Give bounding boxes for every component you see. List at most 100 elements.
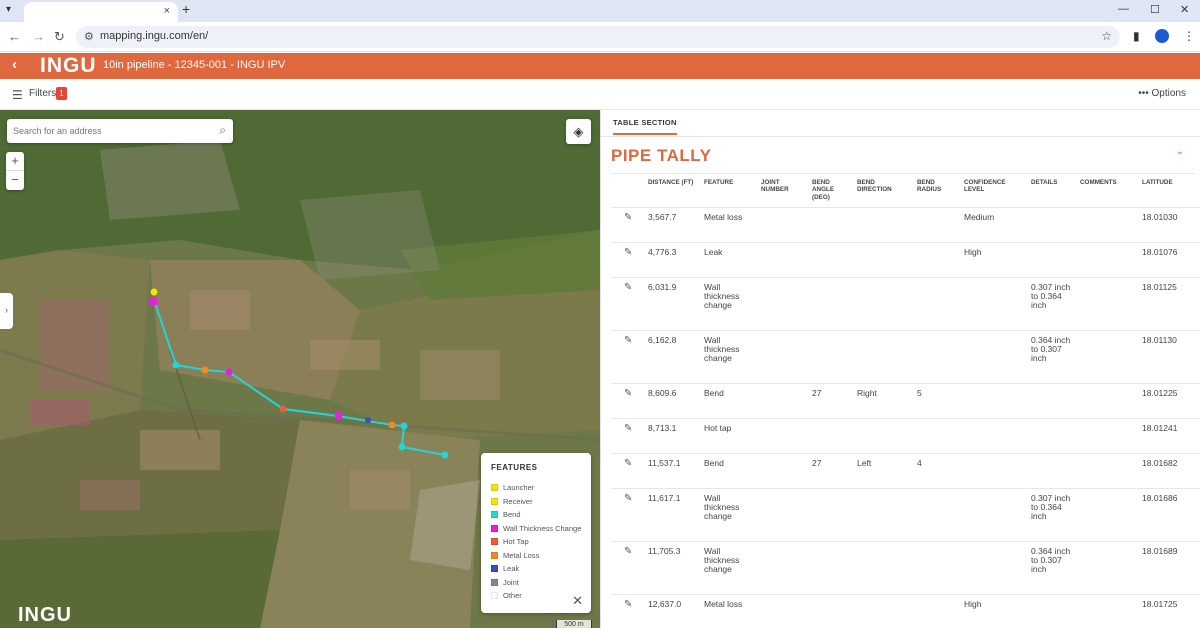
table-row[interactable]: ✎ 4,776.3 Leak High 18.01076 <box>611 241 1200 277</box>
legend-swatch <box>491 565 498 572</box>
comments-cell <box>1076 241 1138 277</box>
legend-label: Leak <box>503 564 520 573</box>
legend-label: Hot Tap <box>503 537 529 546</box>
zoom-out-button[interactable]: − <box>6 171 24 190</box>
edit-pencil-icon[interactable]: ✎ <box>611 452 644 488</box>
legend-label: Other <box>503 591 522 600</box>
latitude-cell: 18.01682 <box>1138 452 1200 488</box>
comments-cell <box>1076 593 1138 628</box>
minimize-icon[interactable]: — <box>1118 3 1129 15</box>
latitude-cell: 18.01241 <box>1138 417 1200 453</box>
reload-icon[interactable]: ↻ <box>54 29 65 45</box>
zoom-in-button[interactable]: + <box>6 152 24 171</box>
ingu-logo[interactable]: INGU <box>40 54 97 78</box>
expand-panel-button[interactable]: › <box>0 293 13 329</box>
column-header-feature[interactable]: FEATURE <box>700 174 757 207</box>
latitude-cell: 18.01076 <box>1138 241 1200 277</box>
address-search-input[interactable] <box>13 123 203 139</box>
legend-label: Bend <box>503 510 521 519</box>
edit-pencil-icon[interactable]: ✎ <box>611 206 644 242</box>
column-header-bend-direction[interactable]: BEND DIRECTION <box>853 174 913 207</box>
back-icon[interactable]: ← <box>8 29 21 44</box>
edit-pencil-icon[interactable]: ✎ <box>611 593 644 628</box>
maximize-icon[interactable]: ☐ <box>1150 3 1160 16</box>
app-header: ‹ INGU 10in pipeline - 12345-001 - INGU … <box>0 53 1200 79</box>
details-cell: 0.307 inch to 0.364 inch <box>1027 276 1076 330</box>
url-text[interactable]: mapping.ingu.com/en/ <box>100 30 208 42</box>
search-icon[interactable]: ⌕ <box>219 123 226 138</box>
edit-pencil-icon[interactable]: ✎ <box>611 417 644 453</box>
table-row[interactable]: ✎ 11,537.1 Bend 27 Left 4 18.01682 <box>611 452 1200 488</box>
browser-menu-icon[interactable]: ⋮ <box>1183 29 1195 43</box>
profile-avatar-icon[interactable] <box>1155 29 1169 43</box>
edit-pencil-icon[interactable]: ✎ <box>611 329 644 383</box>
filter-count-badge: 1 <box>56 87 67 100</box>
address-search[interactable]: ⌕ <box>7 119 233 143</box>
new-tab-button[interactable]: + <box>182 1 190 17</box>
browser-tab[interactable]: × <box>24 2 178 22</box>
bend-angle-cell: 27 <box>808 382 853 418</box>
table-row[interactable]: ✎ 11,617.1 Wall thickness change 0.307 inch… <box>611 487 1200 541</box>
back-chevron-icon[interactable]: ‹ <box>12 56 17 73</box>
column-header-bend-angle[interactable]: BEND ANGLE (DEG) <box>808 174 853 207</box>
legend-swatch <box>491 578 498 586</box>
close-window-icon[interactable]: ✕ <box>1180 3 1189 16</box>
distance-cell: 6,162.8 <box>644 329 700 383</box>
chevron-down-icon[interactable]: ⌄ <box>1176 146 1184 157</box>
legend-item-receiver: Receiver <box>491 497 581 511</box>
bend-angle-cell: 27 <box>808 452 853 488</box>
table-row[interactable]: ✎ 12,637.0 Metal loss High 18.01725 <box>611 593 1200 628</box>
column-header-confidence[interactable]: CONFIDENCE LEVEL <box>960 174 1027 207</box>
column-header-details[interactable]: DETAILS <box>1027 174 1076 207</box>
table-row[interactable]: ✎ 6,031.9 Wall thickness change 0.307 inch … <box>611 276 1200 330</box>
column-header-distance[interactable]: DISTANCE (FT) <box>644 174 700 207</box>
joint-number-cell <box>757 540 808 594</box>
tab-search-icon[interactable]: ▾ <box>6 4 11 15</box>
options-button[interactable]: ••• Options <box>1138 88 1186 99</box>
confidence-cell <box>960 276 1027 330</box>
tab-close-icon[interactable]: × <box>164 5 170 17</box>
distance-cell: 8,609.6 <box>644 382 700 418</box>
feature-cell: Wall thickness change <box>700 487 757 541</box>
legend-label: Receiver <box>503 496 533 506</box>
edit-pencil-icon[interactable]: ✎ <box>611 487 644 541</box>
forward-icon[interactable]: → <box>32 29 45 44</box>
confidence-cell <box>960 487 1027 541</box>
feature-cell: Wall thickness change <box>700 329 757 383</box>
feature-cell: Hot tap <box>700 417 757 453</box>
bend-direction-cell <box>853 593 913 628</box>
filter-icon[interactable]: ☰ <box>12 88 23 102</box>
table-row[interactable]: ✎ 8,609.6 Bend 27 Right 5 18.01225 <box>611 382 1200 418</box>
map-view[interactable]: ⌕ ◈ + − › FEATURES Launcher Receiver Ben… <box>0 110 600 628</box>
address-bar[interactable]: ⚙ mapping.ingu.com/en/ ☆ <box>76 26 1120 48</box>
table-row[interactable]: ✎ 3,567.7 Metal loss Medium 18.01030 <box>611 206 1200 242</box>
map-scale: 500 m <box>556 620 592 628</box>
bend-angle-cell <box>808 417 853 453</box>
table-header-row: DISTANCE (FT) FEATURE JOINT NUMBER BEND … <box>611 174 1200 207</box>
comments-cell <box>1076 540 1138 594</box>
table-row[interactable]: ✎ 6,162.8 Wall thickness change 0.364 inch … <box>611 329 1200 383</box>
bend-angle-cell <box>808 593 853 628</box>
column-header-joint-number[interactable]: JOINT NUMBER <box>757 174 808 207</box>
bend-radius-cell: 4 <box>913 452 960 488</box>
legend-swatch <box>491 511 498 518</box>
table-row[interactable]: ✎ 8,713.1 Hot tap 18.01241 <box>611 417 1200 453</box>
bend-angle-cell <box>808 540 853 594</box>
filters-button[interactable]: Filters <box>29 88 56 99</box>
layers-button[interactable]: ◈ <box>566 119 591 144</box>
tab-table-section[interactable]: TABLE SECTION <box>613 118 677 135</box>
side-panel-icon[interactable]: ▮ <box>1133 29 1140 43</box>
edit-pencil-icon[interactable]: ✎ <box>611 276 644 330</box>
edit-pencil-icon[interactable]: ✎ <box>611 241 644 277</box>
table-row[interactable]: ✎ 11,705.3 Wall thickness change 0.364 inch… <box>611 540 1200 594</box>
bookmark-star-icon[interactable]: ☆ <box>1101 29 1112 43</box>
site-info-icon[interactable]: ⚙ <box>84 30 94 43</box>
edit-pencil-icon[interactable]: ✎ <box>611 540 644 594</box>
legend-swatch <box>491 538 498 545</box>
column-header-comments[interactable]: COMMENTS <box>1076 174 1138 207</box>
edit-pencil-icon[interactable]: ✎ <box>611 382 644 418</box>
column-header-bend-radius[interactable]: BEND RADIUS <box>913 174 960 207</box>
column-header-latitude[interactable]: LATITUDE <box>1138 174 1200 207</box>
joint-number-cell <box>757 417 808 453</box>
legend-close-icon[interactable]: ✕ <box>572 593 583 609</box>
